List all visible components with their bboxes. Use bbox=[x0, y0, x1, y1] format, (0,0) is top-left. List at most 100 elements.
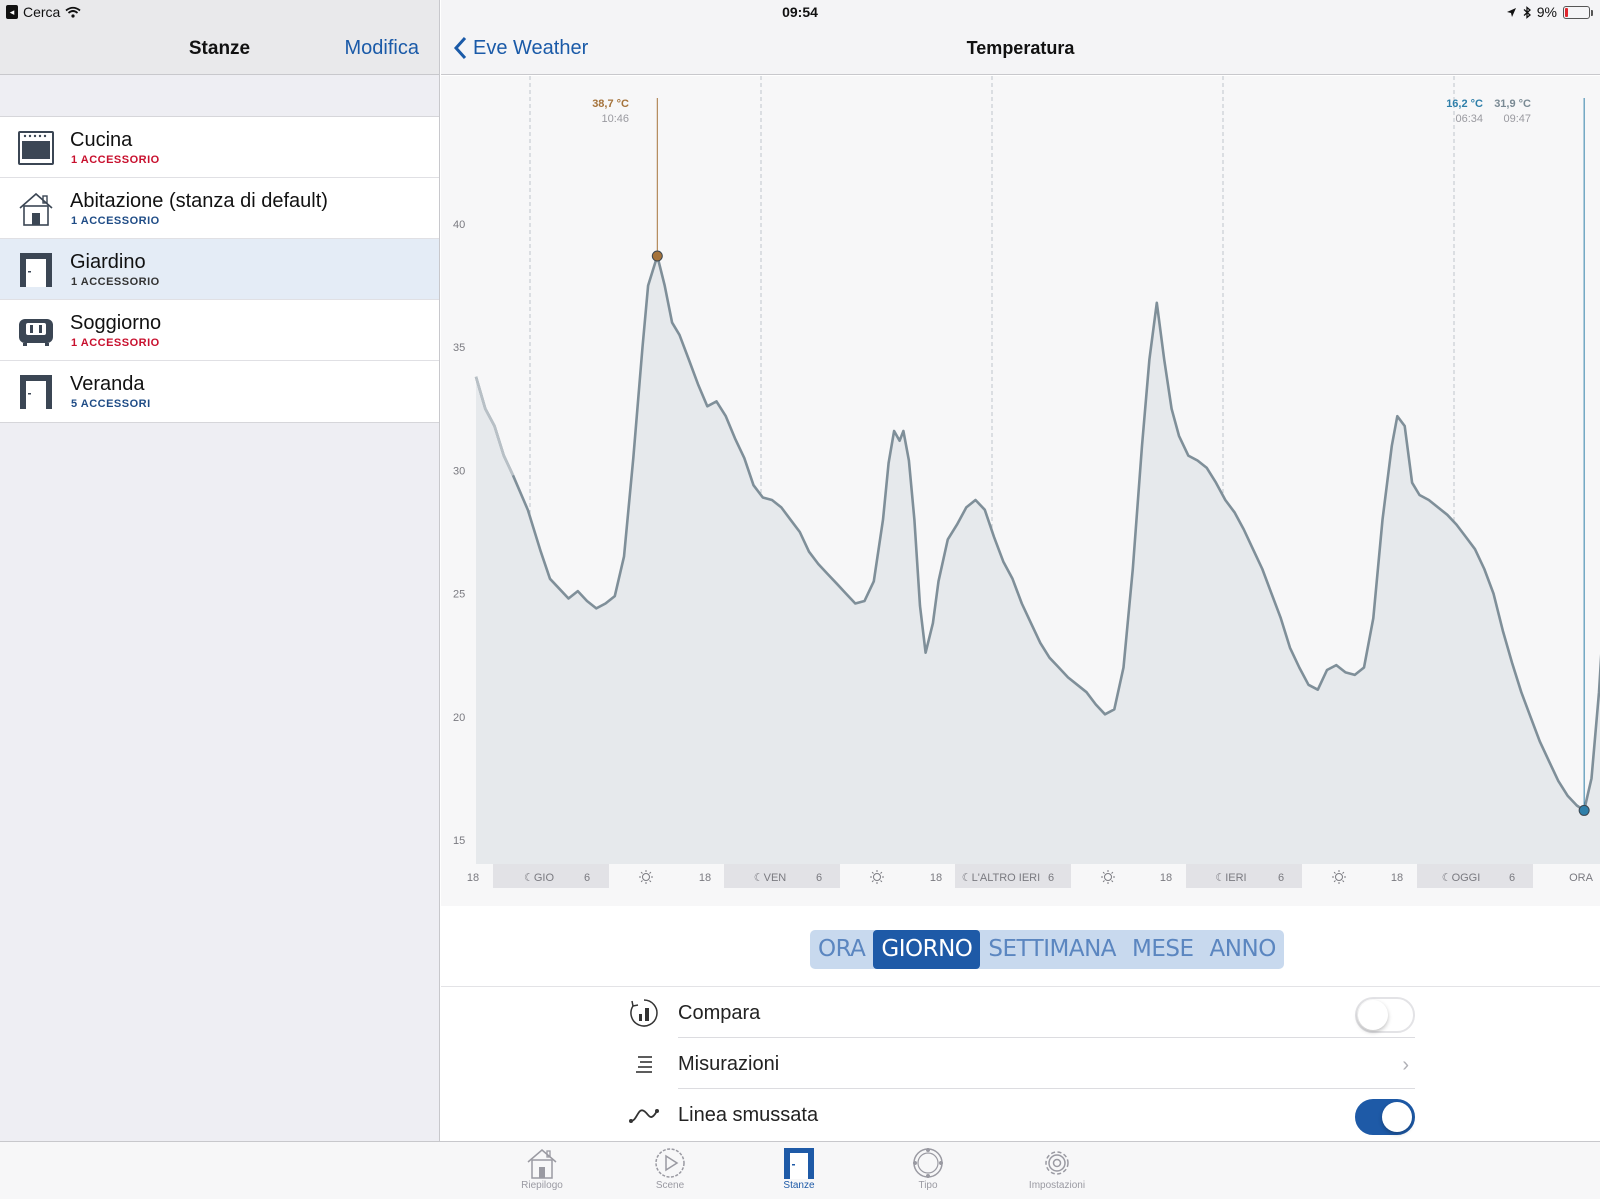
data-point-marker[interactable] bbox=[1578, 804, 1590, 816]
y-tick-label: 25 bbox=[453, 589, 465, 601]
y-tick-label: 15 bbox=[453, 835, 465, 847]
room-item-cucina[interactable]: Cucina 1 ACCESSORIO bbox=[0, 117, 439, 178]
chevron-right-icon: › bbox=[1402, 1054, 1409, 1076]
edit-button[interactable]: Modifica bbox=[345, 37, 419, 60]
x-tick-label: 6 bbox=[1278, 872, 1284, 884]
x-tick-label: 6 bbox=[1048, 872, 1054, 884]
segment-anno[interactable]: ANNO bbox=[1202, 930, 1284, 969]
tab-label: Tipo bbox=[918, 1180, 938, 1191]
home-icon bbox=[527, 1149, 557, 1179]
x-tick-label: ☾VEN bbox=[754, 872, 787, 884]
chart-svg[interactable]: 15 20 25 30 35 40 38,7 °C 10:46 16,2 °C 06:34 31,9… bbox=[441, 76, 1600, 906]
setting-compare[interactable]: Compara bbox=[620, 987, 1415, 1038]
marker-time-label: 09:47 bbox=[1503, 113, 1531, 125]
battery-icon bbox=[1563, 5, 1593, 19]
door-icon bbox=[20, 375, 52, 409]
room-item-giardino[interactable]: Giardino 1 ACCESSORIO bbox=[0, 239, 439, 300]
list-icon bbox=[636, 1056, 652, 1073]
compare-icon bbox=[630, 999, 658, 1027]
x-tick-label: 18 bbox=[930, 872, 942, 884]
chart-settings-list: Compara Misurazioni › Linea smussata bbox=[620, 987, 1415, 1140]
oven-icon bbox=[18, 131, 54, 165]
ring-icon bbox=[913, 1148, 943, 1178]
y-tick-label: 30 bbox=[453, 465, 465, 477]
marker-time-label: 10:46 bbox=[601, 113, 629, 125]
tab-label: Riepilogo bbox=[521, 1180, 563, 1191]
setting-label: Linea smussata bbox=[678, 1104, 819, 1126]
gear-icon bbox=[1045, 1151, 1069, 1175]
toggle-knob bbox=[1382, 1102, 1412, 1132]
tab-label: Impostazioni bbox=[1028, 1180, 1086, 1191]
room-accessory-count: 1 ACCESSORIO bbox=[71, 215, 160, 227]
marker-value-label: 16,2 °C bbox=[1446, 98, 1483, 110]
sofa-icon bbox=[19, 319, 53, 346]
tab-impostazioni[interactable]: Impostazioni bbox=[1007, 1144, 1107, 1199]
tab-bar: Riepilogo Scene Stanze Tipo Impostazioni bbox=[0, 1141, 1600, 1199]
setting-measurements[interactable]: Misurazioni › bbox=[620, 1038, 1415, 1089]
status-bar: ◂ Cerca 09:54 9% bbox=[0, 0, 1600, 26]
y-tick-label: 20 bbox=[453, 712, 465, 724]
compare-toggle[interactable] bbox=[1355, 997, 1415, 1033]
segment-ora[interactable]: ORA bbox=[810, 930, 873, 969]
location-arrow-icon bbox=[1506, 7, 1516, 17]
detail-title: Temperatura bbox=[966, 38, 1075, 58]
x-tick-label: ☾L'ALTRO IERI bbox=[962, 872, 1040, 884]
smooth-line-toggle[interactable] bbox=[1355, 1099, 1415, 1135]
marker-value-label: 31,9 °C bbox=[1494, 98, 1531, 110]
setting-smooth-line[interactable]: Linea smussata bbox=[620, 1089, 1415, 1140]
play-icon bbox=[655, 1148, 685, 1178]
x-tick-label: 6 bbox=[1509, 872, 1515, 884]
bluetooth-icon bbox=[1523, 5, 1531, 19]
setting-label: Misurazioni bbox=[678, 1053, 780, 1075]
room-name: Veranda bbox=[70, 373, 145, 395]
x-tick-label: 6 bbox=[584, 872, 590, 884]
house-icon bbox=[19, 192, 53, 226]
setting-label: Compara bbox=[678, 1002, 761, 1024]
battery-percent: 9% bbox=[1536, 4, 1557, 20]
x-tick-label: 18 bbox=[1391, 872, 1403, 884]
segment-giorno[interactable]: GIORNO bbox=[873, 930, 981, 969]
marker-value-label: 38,7 °C bbox=[592, 98, 629, 110]
x-tick-label: ☾IERI bbox=[1215, 872, 1246, 884]
room-item-veranda[interactable]: Veranda 5 ACCESSORI bbox=[0, 361, 439, 422]
tab-scene[interactable]: Scene bbox=[620, 1144, 720, 1199]
tab-tipo[interactable]: Tipo bbox=[878, 1144, 978, 1199]
data-point-marker[interactable] bbox=[651, 250, 663, 262]
rooms-pane: Stanze Modifica Cucina 1 ACCESSORIO Abit… bbox=[0, 0, 440, 1141]
room-name: Soggiorno bbox=[70, 312, 162, 334]
x-tick-label: 6 bbox=[816, 872, 822, 884]
door-icon bbox=[20, 253, 52, 287]
x-tick-label: ☾GIO bbox=[524, 872, 554, 884]
room-accessory-count: 5 ACCESSORI bbox=[71, 398, 151, 410]
marker-time-label: 06:34 bbox=[1455, 113, 1483, 125]
segment-mese[interactable]: MESE bbox=[1124, 930, 1202, 969]
room-item-soggiorno[interactable]: Soggiorno 1 ACCESSORIO bbox=[0, 300, 439, 361]
room-list: Cucina 1 ACCESSORIO Abitazione (stanza d… bbox=[0, 116, 439, 423]
tab-label: Scene bbox=[655, 1180, 685, 1191]
time-range-segmented-control: ORA GIORNO SETTIMANA MESE ANNO bbox=[810, 930, 1284, 969]
room-accessory-count: 1 ACCESSORIO bbox=[71, 154, 160, 166]
tab-riepilogo[interactable]: Riepilogo bbox=[492, 1144, 592, 1199]
x-tick-label: 18 bbox=[1160, 872, 1172, 884]
x-tick-label: ☾OGGI bbox=[1442, 872, 1481, 884]
room-accessory-count: 1 ACCESSORIO bbox=[71, 337, 160, 349]
tab-stanze[interactable]: Stanze bbox=[749, 1144, 849, 1199]
status-right: 9% bbox=[1506, 4, 1593, 20]
door-icon bbox=[784, 1148, 814, 1179]
toggle-knob bbox=[1358, 1000, 1388, 1030]
smooth-curve-icon bbox=[629, 1109, 659, 1123]
segment-settimana[interactable]: SETTIMANA bbox=[980, 930, 1124, 969]
room-accessory-count: 1 ACCESSORIO bbox=[71, 276, 160, 288]
status-time: 09:54 bbox=[782, 4, 818, 20]
y-tick-label: 35 bbox=[453, 342, 465, 354]
x-tick-label: 18 bbox=[699, 872, 711, 884]
temperature-chart[interactable]: 15 20 25 30 35 40 38,7 °C 10:46 16,2 °C 06:34 31,9… bbox=[441, 76, 1600, 906]
tab-label: Stanze bbox=[783, 1180, 815, 1191]
x-tick-label: ORA bbox=[1569, 872, 1594, 884]
room-name: Giardino bbox=[70, 251, 146, 273]
room-item-abitazione[interactable]: Abitazione (stanza di default) 1 ACCESSO… bbox=[0, 178, 439, 239]
room-name: Cucina bbox=[70, 129, 133, 151]
x-tick-label: 18 bbox=[467, 872, 479, 884]
y-tick-label: 40 bbox=[453, 219, 465, 231]
room-name: Abitazione (stanza di default) bbox=[70, 190, 328, 212]
